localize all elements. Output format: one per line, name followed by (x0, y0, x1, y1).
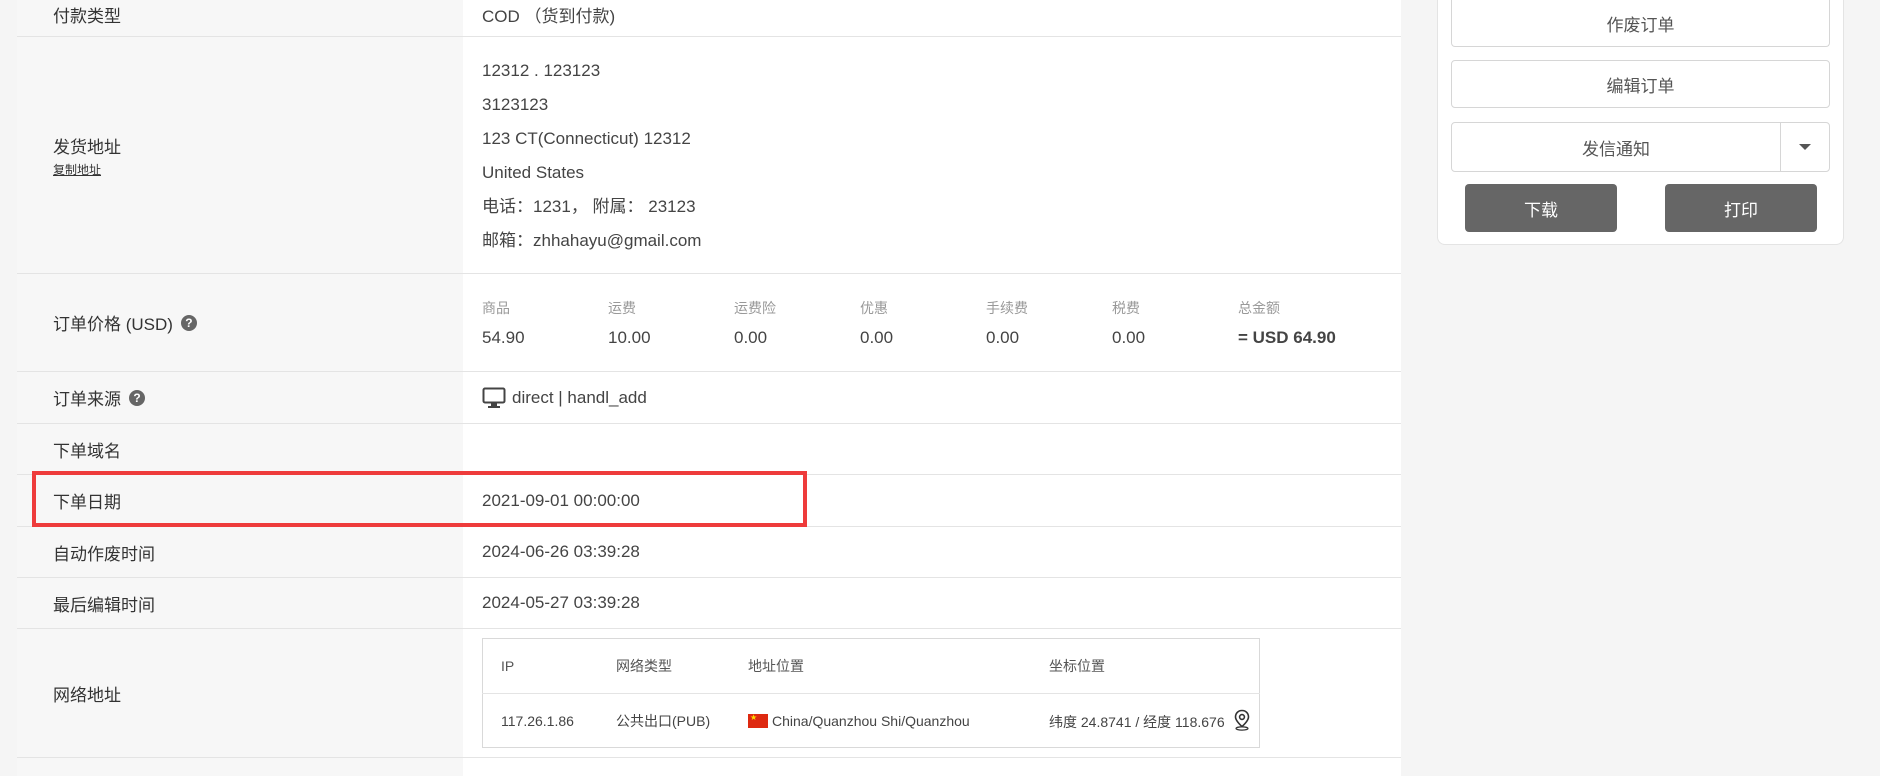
question-circle-icon[interactable]: ? (180, 314, 197, 331)
price-value: 0.00 (986, 327, 1020, 347)
row-next-partial (17, 758, 1401, 776)
address-line: 3123123 (482, 95, 549, 114)
price-key: 运费 (608, 299, 636, 316)
map-pin-icon[interactable] (1233, 709, 1251, 731)
copy-address-link[interactable]: 复制地址 (53, 161, 463, 178)
edit-order-button[interactable]: 编辑订单 (1451, 60, 1830, 108)
order-price-value: 商品 54.90 运费 10.00 运费险 0.00 优惠 0.00 手续费 0… (463, 274, 1401, 371)
address-line: United States (482, 163, 585, 182)
network-header-location: 地址位置 (730, 638, 1031, 694)
network-header-ip: IP (482, 638, 598, 694)
price-tax: 税费 0.00 (1112, 298, 1238, 348)
monitor-icon (482, 387, 506, 408)
table-row: 117.26.1.86 公共出口(PUB) China/Quanzhou Shi… (483, 694, 1260, 748)
payment-type-label: 付款类型 (17, 0, 463, 36)
network-label: 网络地址 (17, 629, 463, 757)
price-value: 0.00 (1112, 327, 1146, 347)
order-domain-label: 下单域名 (17, 424, 463, 474)
price-total: 总金额 = USD 64.90 (1238, 298, 1378, 348)
ship-address-label-cell: 发货地址 复制地址 (17, 37, 463, 273)
payment-type-value: COD （货到付款) (482, 7, 616, 26)
price-total-value: = USD 64.90 (1238, 327, 1336, 347)
network-ip: 117.26.1.86 (501, 712, 574, 729)
network-header-coords: 坐标位置 (1031, 638, 1260, 694)
order-date-value: 2021-09-01 00:00:00 (482, 490, 640, 510)
price-shipping: 运费 10.00 (608, 298, 734, 348)
question-circle-icon[interactable]: ? (129, 389, 145, 406)
order-domain-value (463, 424, 1401, 474)
order-date-label: 下单日期 (17, 475, 463, 526)
send-notice-dropdown-toggle[interactable] (1780, 123, 1829, 171)
row-order-domain: 下单域名 (17, 424, 1401, 475)
download-button[interactable]: 下载 (1465, 184, 1617, 232)
price-key: 运费险 (734, 299, 776, 316)
price-shipping-insurance: 运费险 0.00 (734, 298, 860, 348)
auto-void-time-value: 2024-06-26 03:39:28 (482, 542, 640, 561)
price-key: 总金额 (1238, 299, 1280, 316)
china-flag-icon (748, 713, 768, 728)
row-order-date: 下单日期 2021-09-01 00:00:00 (17, 475, 1401, 527)
row-ship-address: 发货地址 复制地址 12312 . 123123 3123123 123 CT(… (17, 37, 1401, 274)
price-key: 商品 (482, 299, 510, 316)
send-notice-button[interactable]: 发信通知 (1452, 123, 1780, 171)
network-value-cell: IP 网络类型 地址位置 坐标位置 117.26.1.86 公共出口(PUB) … (463, 629, 1401, 757)
price-value: 10.00 (608, 327, 651, 347)
address-line: 123 CT(Connecticut) 12312 (482, 129, 691, 148)
price-key: 手续费 (986, 299, 1028, 316)
price-value: 0.00 (860, 327, 894, 347)
ship-address-value: 12312 . 123123 3123123 123 CT(Connecticu… (463, 37, 1401, 273)
last-edit-time-value: 2024-05-27 03:39:28 (482, 593, 640, 612)
auto-void-time-label: 自动作废时间 (17, 527, 463, 577)
row-order-source: 订单来源 ? direct | handl_add (17, 372, 1401, 424)
price-goods: 商品 54.90 (482, 298, 608, 348)
last-edit-time-label: 最后编辑时间 (17, 578, 463, 628)
order-source-label-cell: 订单来源 ? (17, 372, 463, 423)
row-order-price: 订单价格 (USD) ? 商品 54.90 运费 10.00 运费险 0.00 … (17, 274, 1401, 372)
send-notice-split-button: 发信通知 (1451, 122, 1830, 172)
row-payment-type: 付款类型 COD （货到付款) (17, 0, 1401, 37)
network-table: IP 网络类型 地址位置 坐标位置 117.26.1.86 公共出口(PUB) … (482, 638, 1260, 748)
row-last-edit-time: 最后编辑时间 2024-05-27 03:39:28 (17, 578, 1401, 629)
price-value: 0.00 (734, 327, 768, 347)
price-value: 54.90 (482, 327, 525, 347)
address-line: 12312 . 123123 (482, 61, 601, 80)
order-source-value-cell: direct | handl_add (463, 372, 1401, 423)
network-location: China/Quanzhou Shi/Quanzhou (772, 712, 970, 729)
next-row-label (17, 758, 463, 776)
price-key: 优惠 (860, 299, 888, 316)
ship-address-label: 发货地址 (53, 137, 121, 157)
address-line: 邮箱：zhhahayu@gmail.com (482, 231, 702, 250)
price-discount: 优惠 0.00 (860, 298, 986, 348)
print-button[interactable]: 打印 (1665, 184, 1817, 232)
order-actions-card: 作废订单 编辑订单 发信通知 下载 打印 (1437, 0, 1844, 245)
next-row-value (463, 758, 1401, 776)
network-location-cell: China/Quanzhou Shi/Quanzhou (730, 694, 1031, 748)
caret-down-icon (1799, 144, 1811, 150)
price-key: 税费 (1112, 299, 1140, 316)
price-fee: 手续费 0.00 (986, 298, 1112, 348)
order-price-label: 订单价格 (USD) (53, 315, 173, 334)
order-source-value: direct | handl_add (512, 387, 647, 407)
order-price-label-cell: 订单价格 (USD) ? (17, 274, 463, 371)
void-order-button[interactable]: 作废订单 (1451, 0, 1830, 47)
network-coords: 纬度 24.8741 / 经度 118.676 (1049, 714, 1225, 730)
network-header-type: 网络类型 (598, 638, 730, 694)
row-network: 网络地址 IP 网络类型 地址位置 坐标位置 117.26.1.86 公共出口(… (17, 629, 1401, 758)
network-type: 公共出口(PUB) (616, 712, 711, 729)
order-source-label: 订单来源 (53, 390, 121, 409)
network-coords-cell: 纬度 24.8741 / 经度 118.676 (1031, 694, 1260, 748)
row-auto-void-time: 自动作废时间 2024-06-26 03:39:28 (17, 527, 1401, 578)
address-line: 电话：1231， 附属： 23123 (482, 197, 696, 216)
